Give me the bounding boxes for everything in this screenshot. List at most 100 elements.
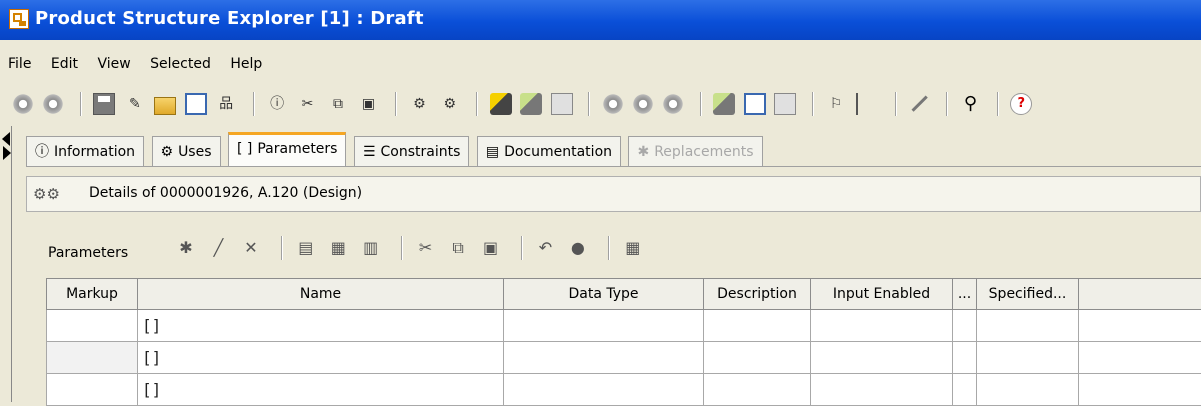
tab-information[interactable]: ⓘInformation bbox=[26, 136, 144, 166]
column-header-more[interactable]: ... bbox=[953, 279, 977, 310]
insert-row-icon[interactable]: ▤ bbox=[296, 238, 316, 258]
description-cell[interactable] bbox=[704, 310, 811, 342]
where-used-icon[interactable] bbox=[774, 93, 796, 115]
compare-icon[interactable] bbox=[713, 93, 735, 115]
window-title: Product Structure Explorer [1] : Draft bbox=[35, 8, 424, 29]
replace-icon[interactable] bbox=[551, 93, 573, 115]
bom-report-icon[interactable] bbox=[744, 93, 766, 115]
data-type-cell[interactable] bbox=[504, 342, 704, 374]
specified-cell[interactable] bbox=[977, 374, 1079, 406]
configure-icon[interactable] bbox=[602, 93, 624, 115]
column-header-data-type[interactable]: Data Type bbox=[504, 279, 704, 310]
menu-view[interactable]: View bbox=[97, 56, 130, 72]
specified-cell[interactable] bbox=[977, 310, 1079, 342]
expand-icon[interactable]: ⚐ bbox=[825, 93, 847, 115]
copy-icon[interactable]: ⧉ bbox=[327, 93, 349, 115]
markup-cell[interactable] bbox=[47, 374, 138, 406]
new-view-icon[interactable] bbox=[520, 93, 542, 115]
markup-cell[interactable] bbox=[47, 342, 138, 374]
revise-icon[interactable] bbox=[490, 93, 512, 115]
new-part-icon[interactable] bbox=[12, 93, 34, 115]
edit-icon[interactable] bbox=[904, 88, 935, 119]
menu-bar: File Edit View Selected Help bbox=[0, 56, 267, 76]
input-enabled-cell[interactable] bbox=[811, 342, 953, 374]
specified-cell[interactable] bbox=[977, 342, 1079, 374]
tab-parameters[interactable]: [ ]Parameters bbox=[228, 132, 347, 166]
tab-uses[interactable]: ⚙Uses bbox=[152, 136, 221, 166]
column-header-name[interactable]: Name bbox=[138, 279, 504, 310]
data-type-cell[interactable] bbox=[504, 310, 704, 342]
window-icon[interactable] bbox=[185, 93, 207, 115]
blank-cell[interactable] bbox=[1079, 310, 1201, 342]
more-cell[interactable] bbox=[953, 342, 977, 374]
column-header-description[interactable]: Description bbox=[704, 279, 811, 310]
info-icon: ⓘ bbox=[35, 137, 49, 167]
table-row[interactable]: [] bbox=[47, 310, 1201, 342]
column-header-input-enabled[interactable]: Input Enabled bbox=[811, 279, 953, 310]
comment-icon[interactable]: ● bbox=[568, 238, 588, 258]
toolbar-separator bbox=[281, 236, 283, 260]
configure-all-icon[interactable] bbox=[632, 93, 654, 115]
table-row[interactable]: [] bbox=[47, 342, 1201, 374]
parameters-panel: Parameters ✱ ╱ ✕ ▤ ▦ ▥ ✂ ⧉ ▣ ↶ ● ▦ Marku… bbox=[26, 212, 1201, 402]
paste-icon[interactable]: ▣ bbox=[481, 238, 501, 258]
blank-cell[interactable] bbox=[1079, 342, 1201, 374]
data-type-cell[interactable] bbox=[504, 374, 704, 406]
parameters-label: Parameters bbox=[48, 245, 128, 261]
save-icon[interactable] bbox=[93, 93, 115, 115]
description-cell[interactable] bbox=[704, 374, 811, 406]
insert-existing-icon[interactable]: ⚙ bbox=[408, 93, 430, 115]
blank-cell[interactable] bbox=[1079, 374, 1201, 406]
tab-constraints[interactable]: ☰Constraints bbox=[354, 136, 469, 166]
new-parameter-icon[interactable]: ✱ bbox=[176, 238, 196, 258]
table-row[interactable]: [] bbox=[47, 374, 1201, 406]
more-cell[interactable] bbox=[953, 374, 977, 406]
tab-documentation[interactable]: ▤Documentation bbox=[477, 136, 621, 166]
markup-cell[interactable] bbox=[47, 310, 138, 342]
expand-right-icon[interactable] bbox=[3, 146, 11, 160]
row-icon[interactable]: ▦ bbox=[328, 238, 348, 258]
tab-label: Parameters bbox=[257, 141, 337, 157]
undo-icon[interactable]: ↶ bbox=[535, 238, 555, 258]
name-cell[interactable]: [] bbox=[138, 374, 504, 406]
tab-label: Constraints bbox=[381, 144, 461, 160]
checkin-icon[interactable]: ✎ bbox=[124, 93, 146, 115]
tree-view-icon[interactable] bbox=[856, 93, 880, 115]
tab-label: Documentation bbox=[504, 144, 612, 160]
tab-baseline bbox=[26, 166, 1201, 167]
name-cell[interactable]: [] bbox=[138, 310, 504, 342]
edit-parameter-icon[interactable]: ╱ bbox=[208, 238, 228, 258]
more-cell[interactable] bbox=[953, 310, 977, 342]
column-header-blank[interactable] bbox=[1079, 279, 1201, 310]
cut-icon[interactable]: ✂ bbox=[297, 93, 319, 115]
open-part-icon[interactable] bbox=[42, 93, 64, 115]
details-header: ⚙⚙ Details of 0000001926, A.120 (Design) bbox=[26, 176, 1201, 212]
collapse-left-icon[interactable] bbox=[2, 132, 10, 146]
menu-selected[interactable]: Selected bbox=[150, 56, 211, 72]
hierarchy-icon[interactable]: 品 bbox=[215, 93, 237, 115]
paste-icon[interactable]: ▣ bbox=[357, 93, 379, 115]
delete-parameter-icon[interactable]: ✕ bbox=[241, 238, 261, 258]
description-cell[interactable] bbox=[704, 342, 811, 374]
menu-edit[interactable]: Edit bbox=[51, 56, 78, 72]
input-enabled-cell[interactable] bbox=[811, 310, 953, 342]
folder-icon[interactable] bbox=[154, 97, 176, 115]
remove-row-icon[interactable]: ▥ bbox=[361, 238, 381, 258]
parameter-brace-icon: [] bbox=[142, 380, 161, 399]
help-icon[interactable]: ? bbox=[1010, 93, 1032, 115]
menu-help[interactable]: Help bbox=[230, 56, 262, 72]
info-icon[interactable]: ⓘ bbox=[266, 93, 288, 115]
toolbar-separator bbox=[997, 92, 999, 116]
details-title: Details of 0000001926, A.120 (Design) bbox=[89, 185, 362, 201]
table-view-icon[interactable]: ▦ bbox=[623, 238, 643, 258]
configure-option-icon[interactable] bbox=[662, 93, 684, 115]
find-icon[interactable]: ⚲ bbox=[959, 93, 981, 115]
menu-file[interactable]: File bbox=[8, 56, 31, 72]
insert-new-icon[interactable]: ⚙ bbox=[439, 93, 461, 115]
column-header-specified[interactable]: Specified... bbox=[977, 279, 1079, 310]
input-enabled-cell[interactable] bbox=[811, 374, 953, 406]
copy-icon[interactable]: ⧉ bbox=[448, 238, 468, 258]
name-cell[interactable]: [] bbox=[138, 342, 504, 374]
column-header-markup[interactable]: Markup bbox=[47, 279, 138, 310]
cut-icon[interactable]: ✂ bbox=[416, 238, 436, 258]
